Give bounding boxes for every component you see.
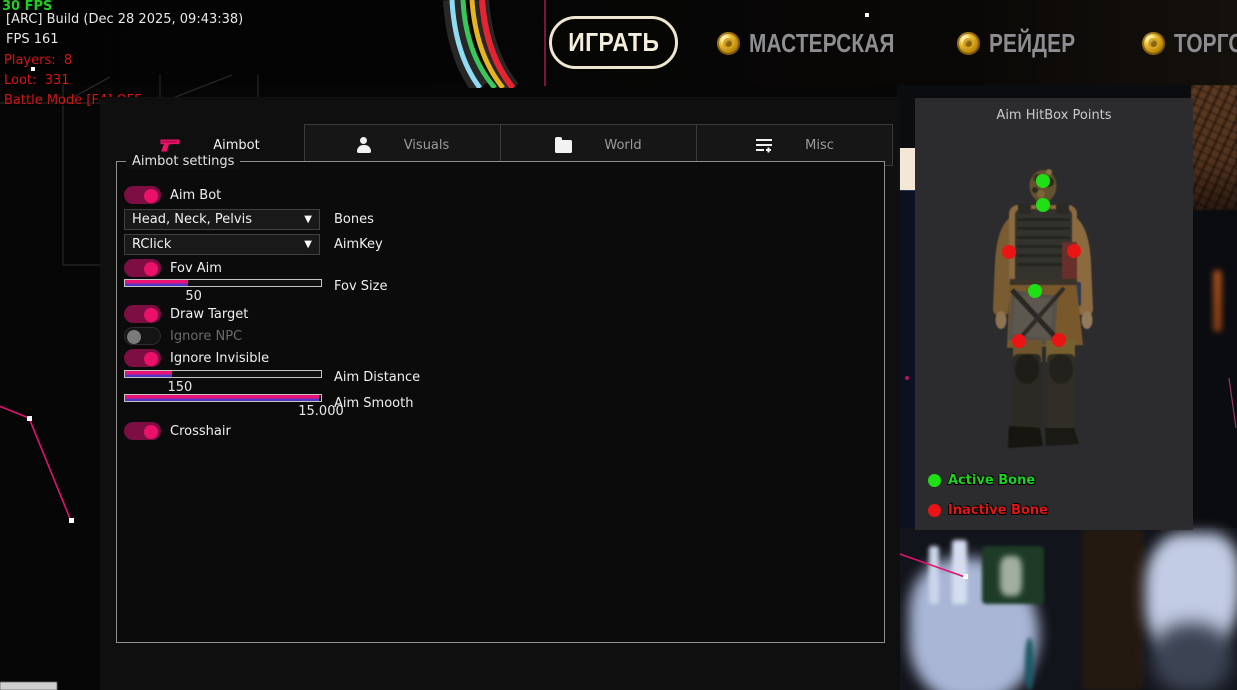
scene-teal-light xyxy=(1025,638,1034,690)
scene-flame xyxy=(1213,270,1222,332)
toggle-knob xyxy=(144,189,158,203)
menu-item-trade[interactable]: ТОРГО xyxy=(1142,28,1237,58)
fov-size-slider[interactable]: 50 xyxy=(124,279,322,287)
coin-icon xyxy=(957,32,980,55)
inactive-bone-dot-icon xyxy=(928,504,941,517)
chevron-down-icon: ▼ xyxy=(304,214,312,225)
fov-aim-toggle[interactable] xyxy=(124,259,161,277)
menu-item-label: ТОРГО xyxy=(1174,28,1237,59)
coin-icon xyxy=(717,32,740,55)
aimkey-label: AimKey xyxy=(334,237,383,252)
toggle-knob xyxy=(127,330,141,344)
legend-label: Active Bone xyxy=(948,473,1035,488)
tab-label: Visuals xyxy=(404,138,450,153)
esp-node xyxy=(865,13,869,17)
play-button-label: ИГРАТЬ xyxy=(568,27,659,58)
build-text: [ARC] Build (Dec 28 2025, 09:43:38) xyxy=(6,10,243,31)
tab-misc[interactable]: Misc xyxy=(696,124,893,166)
ignore-invisible-label: Ignore Invisible xyxy=(170,351,269,366)
fov-size-value: 50 xyxy=(185,289,202,304)
active-bone-dot-icon xyxy=(928,474,941,487)
loot-text: Loot: 331 xyxy=(4,71,69,92)
play-button[interactable]: ИГРАТЬ xyxy=(549,16,678,69)
ignore-npc-toggle[interactable] xyxy=(124,327,161,345)
scene-light-strip xyxy=(0,682,57,690)
slider-fill xyxy=(125,371,172,377)
tab-world[interactable]: World xyxy=(500,124,697,166)
chevron-down-icon: ▼ xyxy=(304,239,312,250)
folder-icon xyxy=(555,140,572,153)
crosshair-toggle[interactable] xyxy=(124,422,161,440)
character-model xyxy=(915,98,1193,530)
playlist-add-icon xyxy=(755,137,773,153)
scene-pillar xyxy=(1082,528,1144,690)
toggle-knob xyxy=(144,308,158,322)
tab-label: Misc xyxy=(805,138,834,153)
bone-dot-pelvis xyxy=(1028,284,1042,298)
scene-sign-glyph xyxy=(1000,556,1022,596)
menu-item-workshop[interactable]: МАСТЕРСКАЯ xyxy=(717,28,931,58)
fov-aim-label: Fov Aim xyxy=(170,261,222,276)
bone-dot-head xyxy=(1036,174,1050,188)
bones-label: Bones xyxy=(334,212,374,227)
aimkey-select[interactable]: RClick ▼ xyxy=(124,234,320,255)
bone-dot-right-thigh xyxy=(1052,333,1066,347)
tab-visuals[interactable]: Visuals xyxy=(304,124,501,166)
aim-smooth-slider[interactable]: 15.000 xyxy=(124,394,322,402)
ignore-npc-label: Ignore NPC xyxy=(170,329,242,344)
slider-fill xyxy=(125,395,319,401)
game-screen: 30 FPS [ARC] Build (Dec 28 2025, 09:43:3… xyxy=(0,0,1237,690)
fov-size-label: Fov Size xyxy=(334,279,387,294)
aim-smooth-label: Aim Smooth xyxy=(334,396,413,411)
crosshair-label: Crosshair xyxy=(170,424,231,439)
bone-dot-left-elbow xyxy=(1002,245,1016,259)
bones-select[interactable]: Head, Neck, Pelvis ▼ xyxy=(124,209,320,230)
person-icon xyxy=(356,137,372,153)
cheat-window: Aimbot Visuals World xyxy=(100,97,900,690)
scene-light-column xyxy=(952,540,967,604)
draw-target-toggle[interactable] xyxy=(124,305,161,323)
menu-item-raider[interactable]: РЕЙДЕР xyxy=(957,28,1097,58)
esp-node xyxy=(27,416,32,421)
debug-hud: 30 FPS [ARC] Build (Dec 28 2025, 09:43:3… xyxy=(0,0,17,164)
bones-select-value: Head, Neck, Pelvis xyxy=(132,212,252,227)
tab-label: World xyxy=(604,138,641,153)
ignore-invisible-toggle[interactable] xyxy=(124,349,161,367)
aim-bot-toggle[interactable] xyxy=(124,186,161,204)
scene-shadow-blob xyxy=(1152,623,1232,690)
draw-target-label: Draw Target xyxy=(170,307,248,322)
players-text: Players: 8 xyxy=(4,51,72,72)
menu-item-label: МАСТЕРСКАЯ xyxy=(749,28,895,59)
legend-inactive-bone: Inactive Bone xyxy=(928,503,1048,518)
scene-bottom xyxy=(897,528,1237,690)
slider-fill xyxy=(125,280,188,286)
toggle-knob xyxy=(144,425,158,439)
aimkey-select-value: RClick xyxy=(132,237,171,252)
tab-label: Aimbot xyxy=(213,138,259,153)
legend-active-bone: Active Bone xyxy=(928,473,1035,488)
toggle-knob xyxy=(144,352,158,366)
aim-bot-label: Aim Bot xyxy=(170,188,221,203)
coin-icon xyxy=(1142,32,1165,55)
aimbot-settings-group: Aimbot settings Aim Bot Head, Neck, Pelv… xyxy=(116,161,885,643)
group-title: Aimbot settings xyxy=(126,154,240,169)
legend-label: Inactive Bone xyxy=(948,503,1048,518)
scene-light-column xyxy=(929,546,939,604)
fps-text: FPS 161 xyxy=(6,30,59,51)
bone-dot-left-thigh xyxy=(1012,334,1026,348)
bone-dot-neck xyxy=(1036,198,1050,212)
hitbox-panel: Aim HitBox Points xyxy=(915,98,1193,530)
menu-item-label: РЕЙДЕР xyxy=(989,28,1075,59)
bone-dot-right-elbow xyxy=(1067,244,1081,258)
aim-distance-label: Aim Distance xyxy=(334,370,420,385)
esp-node xyxy=(963,574,968,579)
aim-distance-value: 150 xyxy=(167,380,192,395)
scene-rust-wall xyxy=(1191,85,1237,210)
aim-distance-slider[interactable]: 150 xyxy=(124,370,322,378)
esp-node xyxy=(69,518,74,523)
rainbow-streak xyxy=(430,0,550,88)
pistol-icon xyxy=(160,137,181,153)
toggle-knob xyxy=(144,262,158,276)
